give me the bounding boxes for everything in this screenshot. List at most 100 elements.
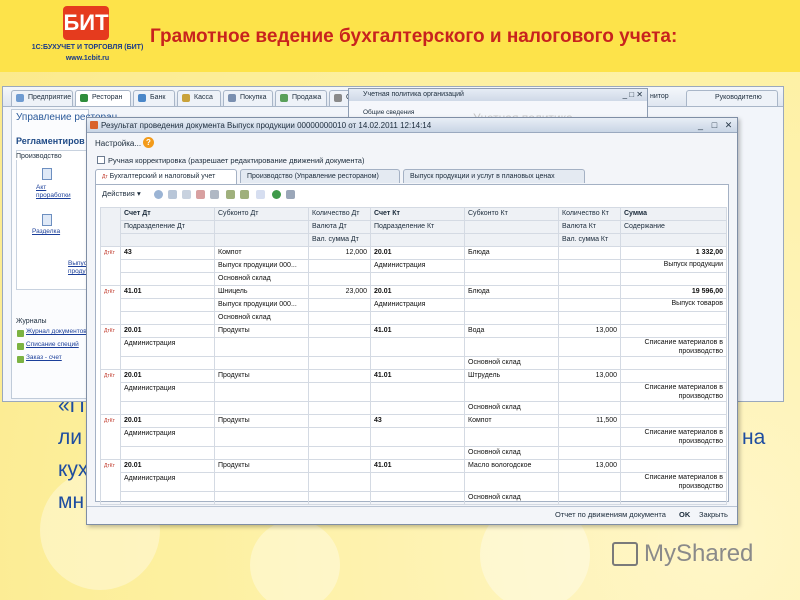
column-header[interactable]: Подразделение Кт — [370, 220, 465, 234]
tab-enterprise[interactable]: Предприятие — [11, 90, 73, 106]
movements-report-button[interactable]: Отчет по движениям документа — [555, 510, 666, 519]
actions-menu[interactable]: Действия — [102, 189, 135, 198]
table-cell[interactable] — [308, 491, 371, 505]
table-row[interactable]: Выпуск продукции 000... Администрация Выпу… — [101, 298, 727, 312]
close-icon[interactable]: ✕ — [723, 120, 734, 131]
table-cell[interactable] — [620, 459, 727, 473]
settings-icon[interactable] — [286, 190, 295, 199]
settings-menu[interactable]: Настройка... — [95, 139, 141, 148]
table-cell[interactable]: 20.01 — [370, 246, 465, 260]
table-cell[interactable]: Выпуск продукции 000... — [214, 298, 309, 312]
edit-icon[interactable] — [182, 190, 191, 199]
table-cell[interactable] — [214, 472, 309, 492]
table-cell[interactable] — [620, 369, 727, 383]
table-cell[interactable] — [214, 427, 309, 447]
table-cell[interactable]: Основной склад — [464, 491, 559, 505]
table-cell[interactable]: Шницель — [214, 285, 309, 299]
manual-correction-checkbox[interactable]: Ручная корректировка (разрешает редактир… — [97, 156, 364, 165]
table-row[interactable]: ДтКт 20.01 Продукты 43 Компот 11,500 — [100, 414, 727, 460]
sum-icon[interactable] — [256, 190, 265, 199]
table-row[interactable]: Основной склад — [101, 356, 727, 370]
column-header[interactable]: Количество Кт — [558, 207, 621, 221]
tab-restaurant[interactable]: Ресторан — [75, 90, 131, 106]
link-cutting[interactable]: Разделка — [32, 228, 60, 236]
table-cell[interactable] — [214, 356, 309, 370]
table-cell[interactable] — [308, 414, 371, 428]
table-cell[interactable] — [558, 311, 621, 325]
table-cell[interactable] — [464, 472, 559, 492]
table-cell[interactable]: 20.01 — [120, 414, 215, 428]
table-row[interactable]: Администрация Списание материалов в произ… — [101, 382, 727, 402]
table-cell[interactable]: Основной склад — [464, 401, 559, 415]
table-cell[interactable]: 41.01 — [370, 369, 465, 383]
table-cell[interactable] — [308, 259, 371, 273]
column-header[interactable]: Подразделение Дт — [120, 220, 215, 234]
help-icon[interactable]: ? — [143, 137, 154, 148]
table-cell[interactable]: Продукты — [214, 459, 309, 473]
table-cell[interactable]: Выпуск товаров — [620, 298, 727, 312]
table-cell[interactable] — [370, 337, 465, 357]
close-button[interactable]: Закрыть — [699, 510, 728, 519]
table-cell[interactable] — [370, 356, 465, 370]
table-cell[interactable] — [558, 491, 621, 505]
table-cell[interactable]: Штрудель — [464, 369, 559, 383]
table-cell[interactable] — [370, 491, 465, 505]
table-cell[interactable]: Продукты — [214, 324, 309, 338]
table-cell[interactable]: 20.01 — [120, 324, 215, 338]
table-cell[interactable] — [120, 272, 215, 286]
table-cell[interactable]: Выпуск продукции — [620, 259, 727, 273]
tab-production[interactable]: Производство (Управление рестораном) — [240, 169, 400, 183]
table-cell[interactable] — [620, 324, 727, 338]
table-cell[interactable]: Компот — [214, 246, 309, 260]
table-cell[interactable] — [214, 337, 309, 357]
table-cell[interactable] — [370, 427, 465, 447]
table-cell[interactable]: 20.01 — [120, 459, 215, 473]
table-row[interactable]: ДтКт 43 Компот 12,000 20.01 Блюда 1 332,00 — [100, 246, 727, 286]
table-cell[interactable]: 20.01 — [370, 285, 465, 299]
table-cell[interactable] — [558, 382, 621, 402]
move-up-icon[interactable] — [226, 190, 235, 199]
tab-planned-prices[interactable]: Выпуск продукции и услуг в плановых цена… — [403, 169, 585, 183]
table-cell[interactable] — [620, 401, 727, 415]
ok-button[interactable]: OK — [679, 510, 690, 519]
table-cell[interactable]: Продукты — [214, 414, 309, 428]
table-cell[interactable]: Основной склад — [214, 272, 309, 286]
table-row[interactable]: Администрация Списание материалов в произ… — [101, 337, 727, 357]
journal-order-invoice-link[interactable]: Заказ - счет — [26, 354, 62, 361]
table-cell[interactable] — [120, 356, 215, 370]
table-cell[interactable]: Блюда — [464, 285, 559, 299]
table-cell[interactable] — [558, 259, 621, 273]
table-cell[interactable]: 23,000 — [308, 285, 371, 299]
table-cell[interactable]: 41.01 — [120, 285, 215, 299]
table-cell[interactable] — [558, 472, 621, 492]
table-cell[interactable] — [120, 311, 215, 325]
table-row[interactable]: Основной склад — [101, 491, 727, 505]
table-cell[interactable] — [558, 272, 621, 286]
table-cell[interactable] — [620, 446, 727, 460]
table-cell[interactable]: 20.01 — [120, 369, 215, 383]
table-cell[interactable] — [308, 369, 371, 383]
column-header[interactable]: Счет Дт — [120, 207, 215, 221]
table-cell[interactable] — [620, 491, 727, 505]
table-row[interactable]: ДтКт 20.01 Продукты 41.01 Масло вологодское 1… — [100, 459, 727, 505]
table-cell[interactable] — [308, 356, 371, 370]
column-header[interactable]: Вал. сумма Дт — [308, 233, 371, 247]
column-header[interactable]: Сумма — [620, 207, 727, 221]
table-cell[interactable] — [308, 272, 371, 286]
table-cell[interactable] — [370, 472, 465, 492]
table-cell[interactable]: Администрация — [120, 472, 215, 492]
table-cell[interactable] — [214, 491, 309, 505]
table-row[interactable]: Выпуск продукции 000... Администрация Выпу… — [101, 259, 727, 273]
table-cell[interactable]: Выпуск продукции 000... — [214, 259, 309, 273]
table-cell[interactable] — [558, 246, 621, 260]
table-cell[interactable] — [370, 401, 465, 415]
link-act-processing[interactable]: Акт проработки — [36, 184, 71, 200]
table-cell[interactable]: 41.01 — [370, 324, 465, 338]
table-cell[interactable]: Списание материалов в производство — [620, 472, 727, 492]
table-cell[interactable] — [308, 401, 371, 415]
table-cell[interactable] — [120, 401, 215, 415]
tab-purchase[interactable]: Покупка — [223, 90, 273, 106]
table-cell[interactable] — [464, 272, 559, 286]
table-cell[interactable]: Основной склад — [214, 311, 309, 325]
table-cell[interactable] — [464, 311, 559, 325]
